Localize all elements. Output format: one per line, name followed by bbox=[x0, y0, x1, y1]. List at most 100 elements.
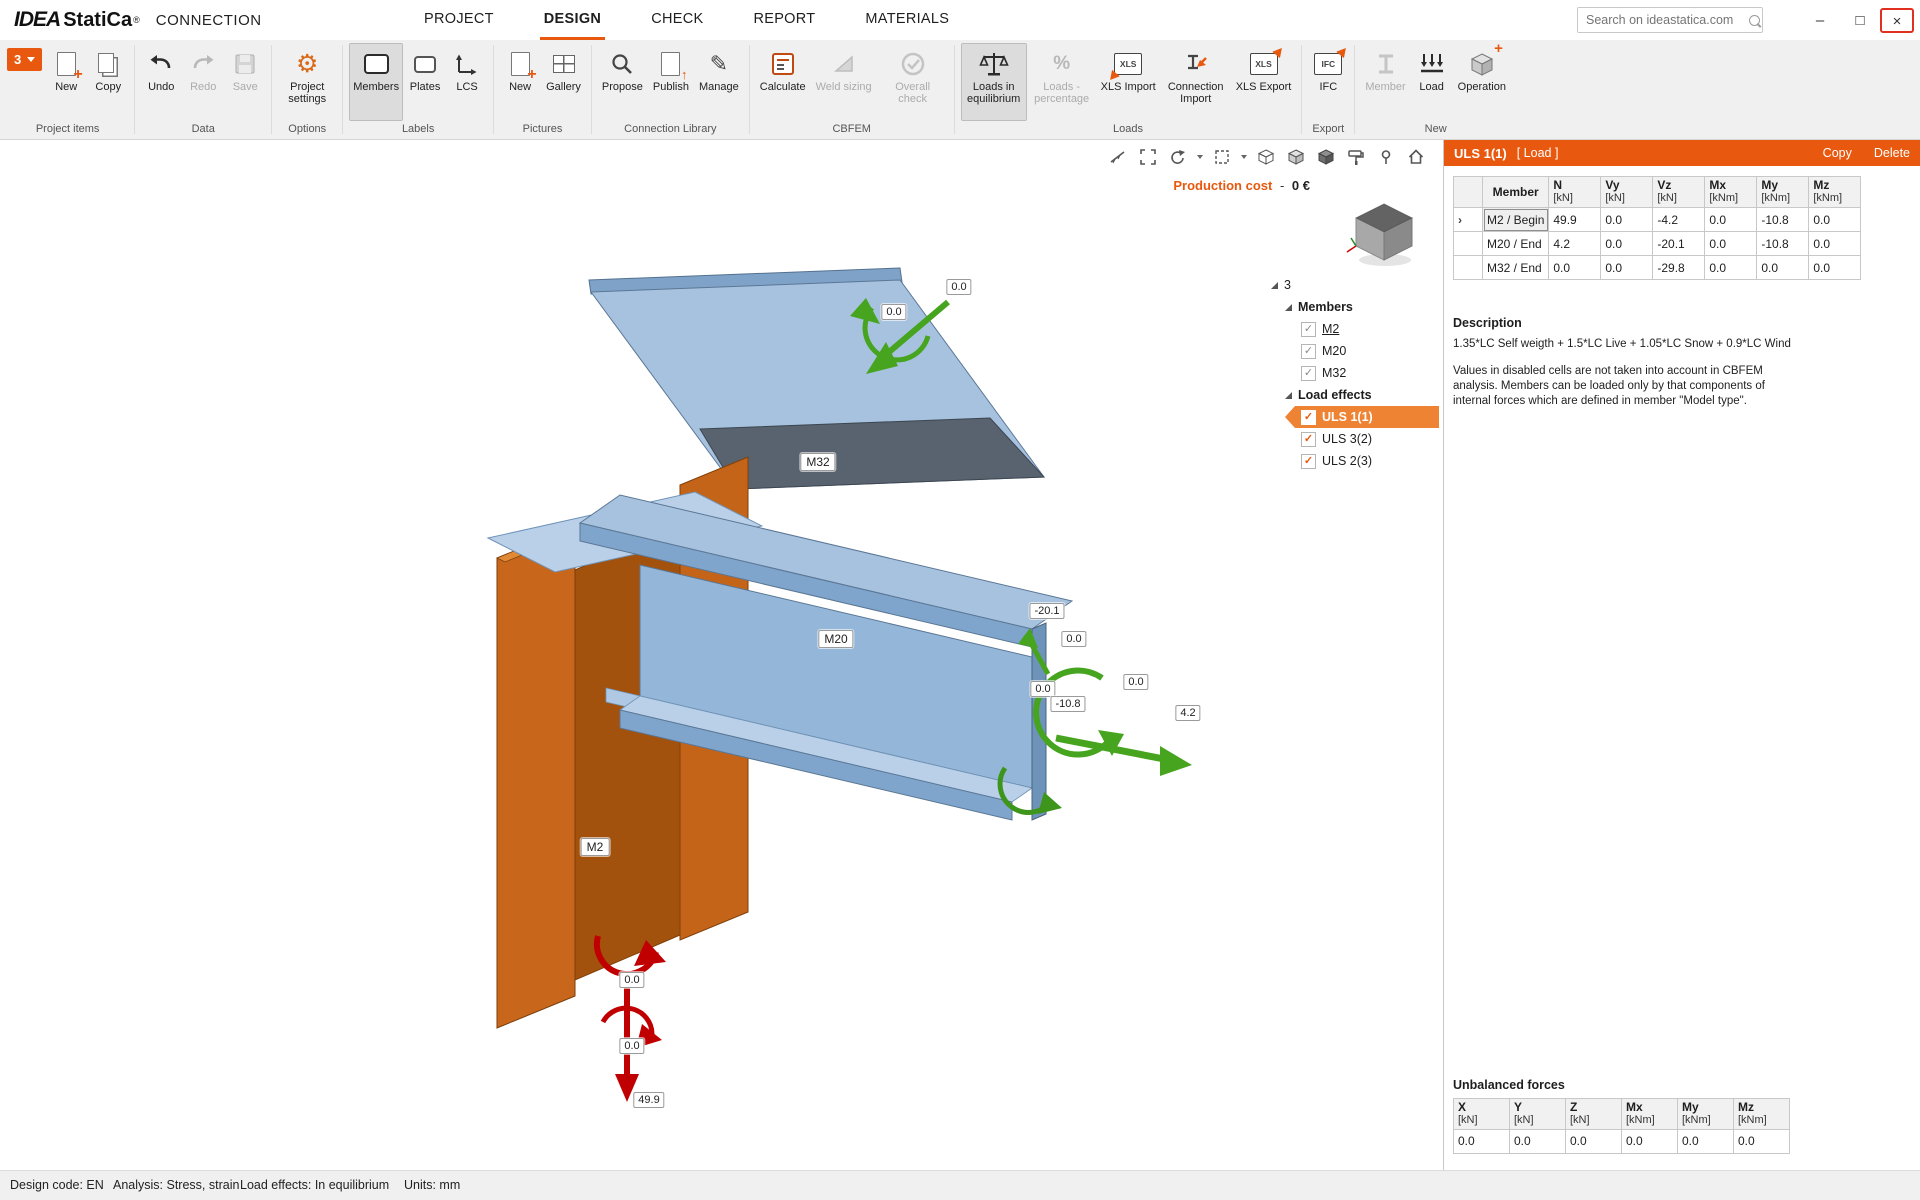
tree-node-load-effects[interactable]: Load effects bbox=[1271, 384, 1439, 406]
cube-shaded-icon[interactable] bbox=[1315, 146, 1337, 168]
load-effect-checkbox[interactable] bbox=[1301, 410, 1316, 425]
xls-export-button[interactable]: XLS XLS Export bbox=[1232, 43, 1296, 121]
member-label-m32[interactable]: M32 bbox=[800, 453, 835, 471]
rotate-view-icon[interactable] bbox=[1167, 146, 1189, 168]
xls-import-button[interactable]: XLS XLS Import bbox=[1097, 43, 1160, 121]
rotate-options-chevron-icon[interactable] bbox=[1197, 155, 1203, 159]
member-cell[interactable]: M20 / End bbox=[1483, 232, 1549, 256]
cube-solid-icon[interactable] bbox=[1285, 146, 1307, 168]
value-cell[interactable]: 0.0 bbox=[1705, 208, 1757, 232]
delete-load-button[interactable]: Delete bbox=[1874, 146, 1910, 160]
search-input[interactable] bbox=[1584, 12, 1749, 28]
cube-wireframe-icon[interactable] bbox=[1255, 146, 1277, 168]
logo-idea: IDEA bbox=[14, 8, 60, 32]
pin-icon[interactable] bbox=[1375, 146, 1397, 168]
project-settings-button[interactable]: Project settings bbox=[278, 43, 336, 121]
tree-node-root[interactable]: 3 bbox=[1271, 274, 1439, 296]
propose-button[interactable]: Propose bbox=[598, 43, 647, 121]
expander-icon[interactable] bbox=[1285, 392, 1292, 399]
load-effect-checkbox[interactable] bbox=[1301, 454, 1316, 469]
ifc-export-button[interactable]: IFC IFC bbox=[1308, 43, 1348, 121]
tab-design[interactable]: DESIGN bbox=[540, 0, 605, 40]
value-cell[interactable]: 0.0 bbox=[1757, 256, 1809, 280]
value-cell[interactable]: -4.2 bbox=[1653, 208, 1705, 232]
titlebar: IDEA StatiCa ® CONNECTION PROJECT DESIGN… bbox=[0, 0, 1920, 40]
calculate-button[interactable]: Calculate bbox=[756, 43, 810, 121]
tab-materials[interactable]: MATERIALS bbox=[861, 0, 953, 40]
maximize-button[interactable]: □ bbox=[1840, 12, 1880, 29]
member-label-m20[interactable]: M20 bbox=[818, 630, 853, 648]
new-operation-button[interactable]: Operation bbox=[1454, 43, 1510, 121]
value-cell[interactable]: 49.9 bbox=[1549, 208, 1601, 232]
member-visibility-checkbox[interactable] bbox=[1301, 344, 1316, 359]
value-cell[interactable]: -10.8 bbox=[1757, 232, 1809, 256]
gallery-button[interactable]: Gallery bbox=[542, 43, 585, 121]
value-cell[interactable]: 0.0 bbox=[1601, 208, 1653, 232]
value-cell[interactable]: 0.0 bbox=[1809, 208, 1861, 232]
value-cell[interactable]: -20.1 bbox=[1653, 232, 1705, 256]
ribbon: 3 New Copy Project items Undo bbox=[0, 40, 1920, 140]
3d-scene-canvas[interactable] bbox=[0, 140, 1443, 1169]
tree-node-members[interactable]: Members bbox=[1271, 296, 1439, 318]
value-cell[interactable]: 4.2 bbox=[1549, 232, 1601, 256]
search-box[interactable] bbox=[1577, 7, 1763, 33]
labels-plates-toggle[interactable]: Plates bbox=[405, 43, 445, 121]
tree-item-m2[interactable]: M2 bbox=[1271, 318, 1439, 340]
minimize-button[interactable]: – bbox=[1800, 12, 1840, 29]
connection-import-button[interactable]: Connection Import bbox=[1162, 43, 1230, 121]
fit-view-icon[interactable] bbox=[1137, 146, 1159, 168]
tab-project[interactable]: PROJECT bbox=[420, 0, 498, 40]
tab-check[interactable]: CHECK bbox=[647, 0, 707, 40]
status-units: Units: mm bbox=[404, 1178, 460, 1192]
member-visibility-checkbox[interactable] bbox=[1301, 366, 1316, 381]
value-cell[interactable]: 0.0 bbox=[1705, 256, 1757, 280]
expander-icon[interactable] bbox=[1285, 304, 1292, 311]
value-cell[interactable]: 0.0 bbox=[1809, 256, 1861, 280]
close-button[interactable]: × bbox=[1880, 8, 1914, 33]
value-cell[interactable]: -29.8 bbox=[1653, 256, 1705, 280]
new-project-item-button[interactable]: New bbox=[46, 43, 86, 121]
manage-button[interactable]: Manage bbox=[695, 43, 743, 121]
value-cell[interactable]: 0.0 bbox=[1601, 232, 1653, 256]
member-cell[interactable]: M2 / Begin bbox=[1483, 208, 1549, 232]
value-cell[interactable]: 0.0 bbox=[1705, 232, 1757, 256]
copy-project-item-button[interactable]: Copy bbox=[88, 43, 128, 121]
member-cell[interactable]: M32 / End bbox=[1483, 256, 1549, 280]
project-item-selector[interactable]: 3 bbox=[7, 48, 42, 71]
selection-options-chevron-icon[interactable] bbox=[1241, 155, 1247, 159]
new-page-icon bbox=[57, 47, 76, 81]
loads-in-equilibrium-toggle[interactable]: Loads in equilibrium bbox=[961, 43, 1027, 121]
selection-box-icon[interactable] bbox=[1211, 146, 1233, 168]
tree-item-m32[interactable]: M32 bbox=[1271, 362, 1439, 384]
view-cube[interactable] bbox=[1343, 198, 1425, 275]
value-cell[interactable]: 0.0 bbox=[1601, 256, 1653, 280]
value-cell[interactable]: 0.0 bbox=[1809, 232, 1861, 256]
load-effect-checkbox[interactable] bbox=[1301, 432, 1316, 447]
expander-icon[interactable] bbox=[1271, 282, 1278, 289]
labels-lcs-toggle[interactable]: LCS bbox=[447, 43, 487, 121]
viewport-3d[interactable]: Production cost - 0 € 0.0 0.0 M32 -20.1 … bbox=[0, 140, 1443, 1170]
force-label: -10.8 bbox=[1050, 696, 1085, 712]
tree-item-m20[interactable]: M20 bbox=[1271, 340, 1439, 362]
value-cell[interactable]: -10.8 bbox=[1757, 208, 1809, 232]
col-mx: Mx[kNm] bbox=[1622, 1099, 1678, 1130]
new-load-button[interactable]: Load bbox=[1412, 43, 1452, 121]
labels-members-toggle[interactable]: Members bbox=[349, 43, 403, 121]
tree-item-uls-3[interactable]: ULS 3(2) bbox=[1271, 428, 1439, 450]
ribbon-group-data: Undo Redo Save Data bbox=[138, 40, 268, 139]
home-view-icon[interactable] bbox=[1405, 146, 1427, 168]
measure-icon[interactable] bbox=[1107, 146, 1129, 168]
force-label: 49.9 bbox=[633, 1092, 664, 1108]
expand-row-icon[interactable]: › bbox=[1454, 208, 1483, 232]
tab-report[interactable]: REPORT bbox=[749, 0, 819, 40]
publish-button[interactable]: Publish bbox=[649, 43, 693, 121]
tree-item-uls-1[interactable]: ULS 1(1) bbox=[1285, 406, 1439, 428]
member-visibility-checkbox[interactable] bbox=[1301, 322, 1316, 337]
member-label-m2[interactable]: M2 bbox=[581, 838, 610, 856]
new-picture-button[interactable]: New bbox=[500, 43, 540, 121]
copy-load-button[interactable]: Copy bbox=[1823, 146, 1852, 160]
tree-item-uls-2[interactable]: ULS 2(3) bbox=[1271, 450, 1439, 472]
undo-button[interactable]: Undo bbox=[141, 43, 181, 121]
render-paint-icon[interactable] bbox=[1345, 146, 1367, 168]
value-cell[interactable]: 0.0 bbox=[1549, 256, 1601, 280]
